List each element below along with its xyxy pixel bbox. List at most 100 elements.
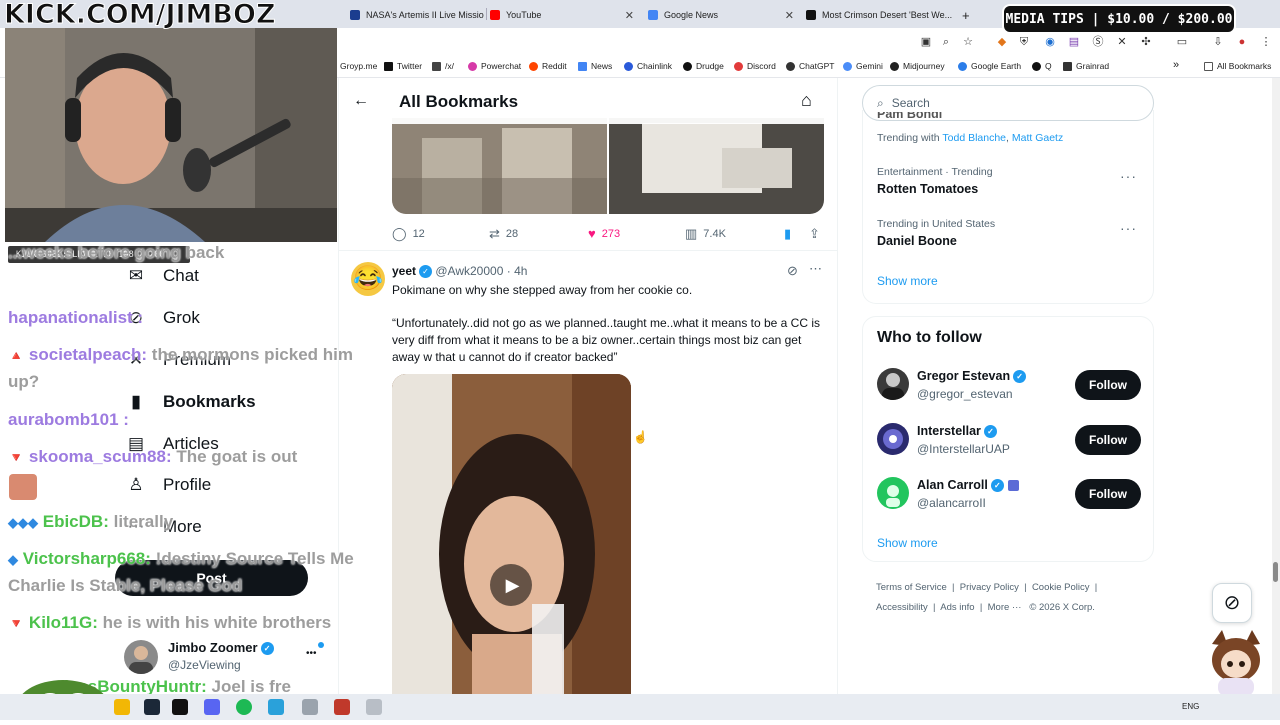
laughing-emoji-avatar[interactable]: 😂	[351, 262, 385, 296]
zoom-icon[interactable]: ⌕	[940, 36, 952, 48]
post-video[interactable]: ▶	[392, 374, 631, 694]
tab-google-news[interactable]: Google News ✕	[648, 4, 798, 26]
trend-more-icon[interactable]: ···	[1120, 220, 1137, 236]
trend-link[interactable]: Todd Blanche	[942, 132, 1006, 144]
grok-explain-icon[interactable]: ⊘	[787, 263, 798, 279]
language-indicator[interactable]: ENG	[1182, 702, 1199, 711]
follow-name-row[interactable]: Gregor Estevan ✓	[917, 369, 1027, 384]
show-more-link[interactable]: Show more	[877, 536, 938, 550]
grok-floating-button[interactable]: ⊘	[1212, 583, 1252, 623]
bookmark-item[interactable]: Chainlink	[624, 61, 672, 71]
footer-link[interactable]: Privacy Policy	[960, 582, 1019, 593]
show-more-link[interactable]: Show more	[877, 274, 938, 288]
bookmark-button[interactable]: ▮	[784, 226, 797, 242]
audio-extension-icon[interactable]: ◉	[1044, 36, 1056, 48]
trend-item[interactable]: Entertainment · Trending Rotten Tomatoes	[877, 166, 993, 196]
back-arrow-icon[interactable]: ←	[353, 92, 369, 110]
file-explorer-icon[interactable]	[114, 699, 130, 715]
account-switcher[interactable]: Jimbo Zoomer ✓ @JzeViewing •••	[124, 636, 334, 678]
scrollbar-thumb[interactable]	[1273, 562, 1278, 582]
avatar[interactable]	[877, 368, 909, 400]
footer-link[interactable]: Cookie Policy	[1032, 582, 1090, 593]
discord-icon[interactable]	[204, 699, 220, 715]
bookmark-item[interactable]: Reddit	[529, 61, 567, 71]
bookmark-item[interactable]: Google Earth	[958, 61, 1021, 71]
post-more-icon[interactable]: ⋯	[809, 261, 822, 277]
star-icon[interactable]: ☆	[962, 36, 974, 48]
adobe-icon[interactable]	[334, 699, 350, 715]
footer-link[interactable]: Ads info	[940, 602, 974, 613]
play-icon[interactable]: ▶	[490, 564, 532, 606]
app-icon[interactable]	[302, 699, 318, 715]
bookmark-item[interactable]: Powerchat	[468, 61, 521, 71]
first-post-media[interactable]	[392, 118, 824, 214]
bookmark-item[interactable]: ChatGPT	[786, 61, 834, 71]
footer-link[interactable]: Accessibility	[876, 602, 928, 613]
reply-button[interactable]: ◯ 12	[392, 226, 425, 242]
bookmark-item[interactable]: Midjourney	[890, 61, 945, 71]
bookmark-item[interactable]: Grainrad	[1063, 61, 1109, 71]
page-scrollbar[interactable]	[1272, 78, 1280, 694]
app-icon[interactable]	[366, 699, 382, 715]
avatar[interactable]	[877, 423, 909, 455]
chat-text: he is with his white brothers	[102, 613, 332, 632]
metamask-extension-icon[interactable]: ◆	[996, 36, 1008, 48]
bookmark-item[interactable]: Gemini	[843, 61, 883, 71]
profile-avatar-icon[interactable]: ●	[1236, 36, 1248, 48]
bookmarks-overflow-button[interactable]: »	[1173, 59, 1179, 71]
bookmark-item[interactable]: Discord	[734, 61, 776, 71]
chat-text: ...weeks before going back	[8, 243, 225, 262]
follow-name-row[interactable]: Alan Carroll ✓	[917, 478, 1019, 493]
bookmark-item[interactable]: Twitter	[384, 61, 422, 71]
post-header: yeet ✓ @Awk20000 · 4h	[392, 264, 527, 279]
menu-icon[interactable]: ⋮	[1260, 36, 1272, 48]
nav-chat[interactable]: ✉ Chat	[125, 265, 199, 287]
bookmark-add-icon[interactable]: ⌂	[801, 90, 812, 111]
nav-profile[interactable]: ♙ Profile	[125, 474, 211, 496]
account-more-icon[interactable]: •••	[306, 648, 317, 659]
tab-close-icon[interactable]: ✕	[625, 9, 634, 22]
terminal-icon[interactable]	[172, 699, 188, 715]
footer-link[interactable]: Terms of Service	[876, 582, 947, 593]
follow-button[interactable]: Follow	[1075, 370, 1141, 400]
screenshot-icon[interactable]: ▣	[920, 36, 932, 48]
steam-icon[interactable]	[144, 699, 160, 715]
extension-s-icon[interactable]: Ⓢ	[1092, 36, 1104, 48]
like-button[interactable]: ♥ 273	[588, 226, 620, 241]
tab-crimson-desert[interactable]: Most Crimson Desert 'Best We...	[806, 4, 956, 26]
bookmark-item[interactable]: Q	[1032, 61, 1052, 71]
new-tab-button[interactable]: +	[962, 4, 976, 26]
trend-link[interactable]: Matt Gaetz	[1012, 132, 1063, 144]
footer-link[interactable]: More ···	[988, 602, 1022, 613]
post-author[interactable]: yeet	[392, 264, 416, 278]
downloads-icon[interactable]: ⇩	[1212, 36, 1224, 48]
trend-more-icon[interactable]: ···	[1120, 168, 1137, 184]
trend-partial[interactable]: Pam Bondi	[877, 112, 942, 121]
midjourney-icon	[890, 61, 899, 71]
verified-badge-icon: ✓	[1013, 370, 1027, 384]
tab-youtube[interactable]: YouTube ✕	[490, 4, 638, 26]
bookmark-item[interactable]: News	[578, 61, 612, 71]
extension-icon[interactable]: ▤	[1068, 36, 1080, 48]
avatar[interactable]	[877, 477, 909, 509]
tab-artemis[interactable]: NASA's Artemis II Live Mission	[350, 4, 484, 26]
views-button[interactable]: ▥ 7.4K	[685, 226, 726, 242]
follow-button[interactable]: Follow	[1075, 479, 1141, 509]
bookmark-item[interactable]: Groyp.me	[340, 61, 377, 71]
sidebar-icon[interactable]: ▭	[1176, 36, 1188, 48]
repost-button[interactable]: ⇄ 28	[489, 226, 518, 242]
post-handle[interactable]: @Awk20000	[435, 264, 503, 278]
follow-button[interactable]: Follow	[1075, 425, 1141, 455]
share-button[interactable]: ⇪	[809, 226, 826, 242]
follow-name-row[interactable]: Interstellar ✓	[917, 424, 997, 439]
tab-close-icon[interactable]: ✕	[785, 9, 794, 22]
spotify-icon[interactable]	[236, 699, 252, 715]
shield-extension-icon[interactable]: ⛨	[1018, 36, 1030, 48]
bookmark-item[interactable]: Drudge	[683, 61, 724, 71]
bookmark-item[interactable]: /x/	[432, 61, 454, 71]
x-extension-icon[interactable]: ✕	[1116, 36, 1128, 48]
telegram-icon[interactable]	[268, 699, 284, 715]
all-bookmarks-folder[interactable]: All Bookmarks	[1204, 61, 1271, 71]
trend-item[interactable]: Trending in United States Daniel Boone	[877, 218, 995, 248]
puzzle-icon[interactable]: ✣	[1140, 36, 1152, 48]
